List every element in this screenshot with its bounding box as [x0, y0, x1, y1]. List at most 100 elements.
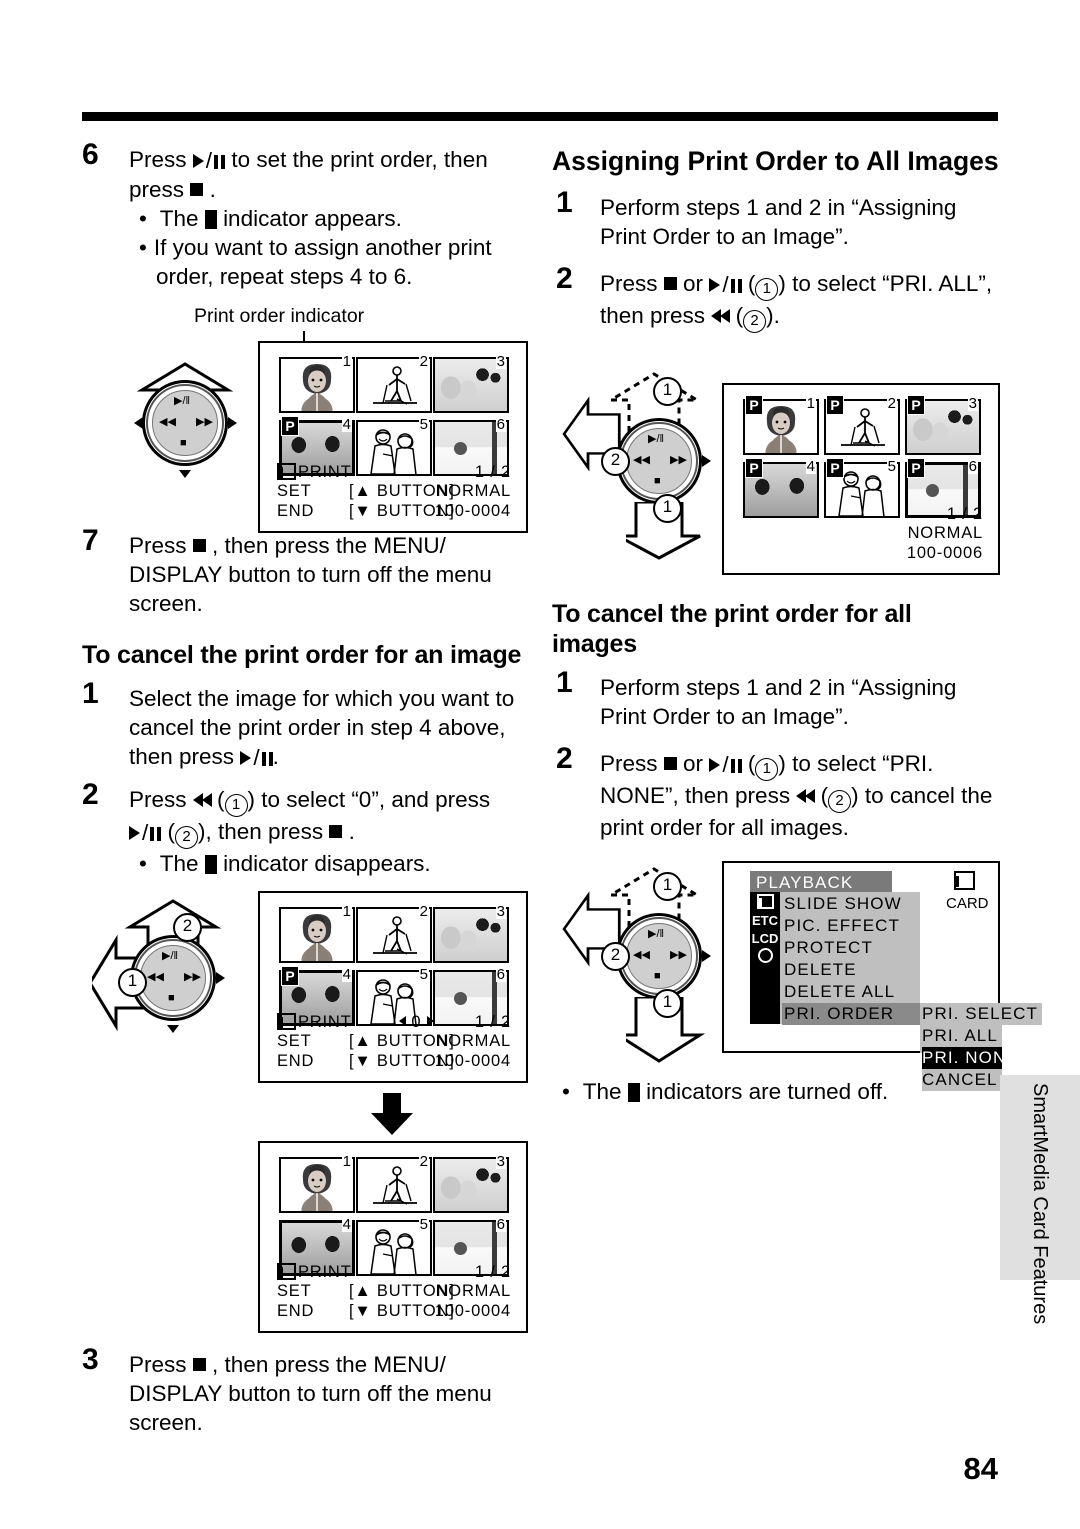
portrait-pictogram — [302, 1164, 332, 1211]
lcd-thumbnail[interactable]: 3 — [433, 1153, 509, 1213]
page-number: 84 — [963, 1451, 998, 1486]
menu-item-pic-effect[interactable]: PIC. EFFECT — [784, 915, 900, 937]
circled-number-1: 1 — [755, 278, 779, 301]
thumbnail-index: 2 — [418, 1153, 429, 1170]
lcd-counter: 1 / 2 — [946, 504, 983, 523]
print-order-mark: P — [745, 395, 763, 415]
lcd-thumbnail[interactable]: 2 — [356, 904, 432, 963]
ski-pictogram — [373, 1166, 417, 1205]
menu-card-indicator: CARD — [946, 871, 989, 912]
stop-icon — [190, 183, 204, 196]
print-mark-icon — [627, 1083, 640, 1102]
dial-play-label: ▶/‖ — [174, 395, 191, 407]
lcd-screen-cancel-before: 1 2 3 P 4 5 6 PRINT 0 1 / 2 SET [▲ BUTTON] NORMAL E… — [258, 891, 528, 1083]
ski-pictogram — [373, 366, 417, 405]
sidebar-clock-icon — [750, 948, 780, 966]
thumbnail-index: 3 — [967, 395, 978, 412]
play-pause-icon: / — [240, 743, 273, 772]
lcd-thumbnail[interactable]: 2 — [356, 1153, 432, 1213]
print-order-mark: P — [826, 458, 844, 478]
step-6-text-c: press — [129, 177, 185, 202]
lcd-file-number: 100-0004 — [434, 1051, 511, 1070]
all-step-1: 1 Perform steps 1 and 2 in “Assigning Pr… — [552, 188, 1000, 251]
lcd-quality: NORMAL — [435, 1282, 511, 1300]
lcd-status-bar: PRINT 1 / 2 SET [▲ BUTTON] NORMAL END [▼ BUTTO… — [277, 462, 511, 522]
stop-icon — [192, 539, 206, 552]
lcd-order-value: 0 — [399, 1013, 434, 1033]
menu-item-delete[interactable]: DELETE — [784, 959, 857, 981]
lcd-counter: 1 / 2 — [474, 1012, 511, 1031]
cancel-step-2-body: Press (1) to select “0”, and press / (2)… — [129, 785, 537, 878]
thumbnail-index: 4 — [805, 458, 816, 475]
lcd-thumbnail[interactable]: P2 — [824, 395, 900, 455]
submenu-item-pri-select[interactable]: PRI. SELECT — [922, 1003, 1043, 1025]
left-column: 6 Press / to set the print order, then p… — [82, 140, 537, 1450]
cancel-step-2-text-b: ) to select “0”, and press — [247, 787, 491, 812]
lcd-thumbnail[interactable]: 3 — [433, 904, 509, 963]
thumbnail-index: 2 — [418, 353, 429, 370]
thumbnail-index: 1 — [341, 353, 352, 370]
ski-pictogram — [373, 916, 417, 955]
lcd-thumbnail[interactable]: P3 — [905, 395, 981, 455]
menu-card-label: CARD — [946, 895, 989, 912]
sidebar-item-etc[interactable]: ETC — [750, 913, 780, 928]
thumbnail-index: 4 — [341, 966, 352, 983]
dial-stop-label: ■ — [180, 437, 187, 449]
cancel-step-2-text-d: . — [348, 819, 355, 844]
submenu-item-pri-none[interactable]: PRI. NONE — [922, 1047, 1018, 1069]
thumbnail-index: 1 — [341, 1153, 352, 1170]
step-6-body: Press / to set the print order, then pre… — [129, 145, 537, 291]
menu-item-protect[interactable]: PROTECT — [784, 937, 873, 959]
step-7-body: Press , then press the MENU/ DISPLAY but… — [129, 531, 537, 618]
play-pause-icon: / — [709, 750, 742, 779]
lcd-thumbnail[interactable]: 1 — [279, 353, 355, 413]
none-step-1-body: Perform steps 1 and 2 in “Assigning Prin… — [600, 675, 957, 729]
all-step-2-number: 2 — [556, 262, 573, 295]
submenu-item-cancel[interactable]: CANCEL — [922, 1069, 1002, 1091]
page-heading: Assigning Print Order to All Images — [552, 146, 999, 176]
section-cancel-one-image: To cancel the print order for an image — [82, 641, 522, 669]
dial-rew-label: ◀◀ — [159, 416, 176, 428]
all-step-1-body: Perform steps 1 and 2 in “Assigning Prin… — [600, 195, 957, 249]
none-step-2-text-a: Press — [600, 751, 658, 776]
circled-number-2: 2 — [175, 826, 199, 849]
down-arrow-icon — [371, 1093, 413, 1135]
thumbnail-index: 4 — [341, 416, 352, 433]
all-step-2-text-c: ). — [766, 303, 780, 328]
lcd-thumbnail[interactable]: P1 — [743, 395, 819, 455]
dial-badge-1-bottom: 1 — [653, 494, 682, 523]
step-6-number: 6 — [82, 138, 99, 171]
lcd-status-bar: PRINT 1 / 2 SET [▲ BUTTON] NORMAL END [▼ BUTTO… — [277, 1262, 511, 1322]
lcd-thumbnail[interactable]: 3 — [433, 354, 509, 413]
step-7-text-a: Press — [129, 533, 187, 558]
dial-ff-label: ▶▶ — [670, 454, 687, 466]
stop-icon — [329, 825, 343, 838]
lcd-thumbnail[interactable]: 1 — [279, 904, 355, 963]
dial-badge-1-bottom: 1 — [653, 989, 682, 1018]
all-step-2-or: or — [683, 271, 704, 296]
circled-number-2: 2 — [828, 790, 852, 813]
dial-ff-label: ▶▶ — [196, 416, 213, 428]
dial-play-label: ▶/‖ — [648, 928, 665, 940]
print-order-mark: P — [907, 395, 925, 415]
menu-item-slide-show[interactable]: SLIDE SHOW — [784, 893, 902, 915]
dial-badge-2-left: 2 — [601, 942, 630, 971]
thumbnail-index: 4 — [341, 1216, 352, 1233]
lcd-print-label: PRINT — [277, 1012, 352, 1033]
cancel-step-1-text-a: Select the image for which you want to c… — [129, 686, 515, 769]
lcd-thumbnail[interactable]: 2 — [356, 353, 432, 413]
menu-item-pri-order[interactable]: PRI. ORDER — [782, 1003, 922, 1025]
lcd-screen-cancel-after: 1 2 3 4 5 6 PRINT 1 / 2 SET [▲ BUTTON] NORMAL END [▼… — [258, 1141, 528, 1333]
lcd-thumbnail[interactable]: 1 — [279, 1153, 355, 1213]
thumbnail-index: 3 — [495, 1153, 506, 1170]
none-step-2-or: or — [683, 751, 704, 776]
menu-item-delete-all[interactable]: DELETE ALL — [784, 981, 895, 1003]
dial-stop-label: ■ — [654, 970, 661, 982]
submenu-item-pri-all[interactable]: PRI. ALL — [922, 1025, 1002, 1047]
thumbnail-index: 6 — [967, 458, 978, 475]
print-mark-icon — [204, 855, 217, 874]
none-step-2-number: 2 — [556, 742, 573, 775]
sidebar-item-lcd[interactable]: LCD — [750, 931, 780, 946]
step-6-bullet-1: The indicator appears. — [139, 204, 537, 233]
portrait-pictogram — [302, 364, 332, 411]
